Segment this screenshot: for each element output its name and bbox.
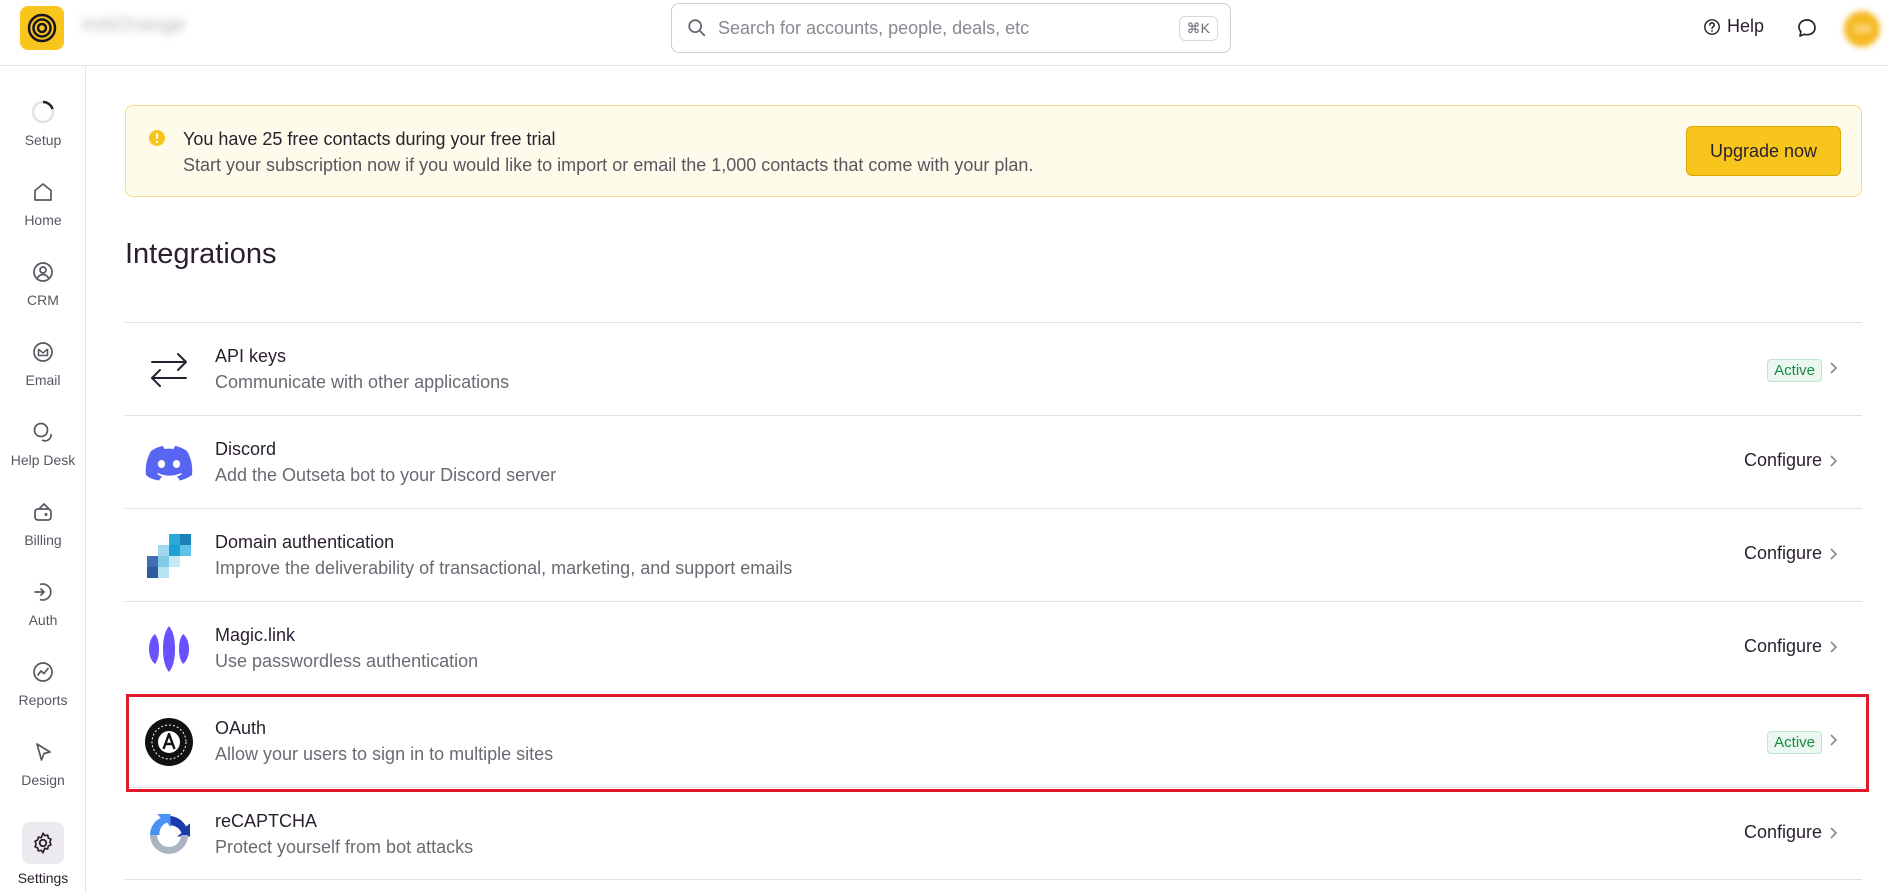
search-icon [688, 19, 706, 37]
logo-icon [27, 13, 57, 43]
help-icon [1704, 18, 1720, 35]
chat-bubbles-icon [29, 418, 57, 446]
sidebar-item-auth[interactable]: Auth [0, 570, 86, 640]
integrations-list: API keys Communicate with other applicat… [125, 322, 1862, 880]
chevron-right-icon [1830, 455, 1838, 467]
billing-icon [29, 498, 57, 526]
trial-banner: You have 25 free contacts during your fr… [125, 105, 1862, 197]
sidebar-item-email[interactable]: Email [0, 330, 86, 400]
progress-ring-icon [29, 98, 57, 126]
integration-name: Domain authentication [215, 532, 395, 552]
integration-row-recaptcha[interactable]: reCAPTCHA Protect yourself from bot atta… [125, 787, 1862, 880]
messages-icon[interactable] [1795, 16, 1819, 40]
upgrade-now-button[interactable]: Upgrade now [1686, 126, 1841, 176]
integration-description: Protect yourself from bot attacks [215, 837, 474, 857]
integration-row-magic-link[interactable]: Magic.link Use passwordless authenticati… [125, 601, 1862, 694]
sidebar-item-billing[interactable]: Billing [0, 490, 86, 560]
integration-row-discord[interactable]: Discord Add the Outseta bot to your Disc… [125, 415, 1862, 508]
integration-description: Use passwordless authentication [215, 651, 479, 671]
sidebar-item-reports[interactable]: Reports [0, 650, 86, 720]
sidebar-item-label: Settings [17, 870, 69, 886]
status-badge: Active [1767, 731, 1822, 754]
chevron-right-icon [1830, 641, 1838, 653]
sidebar-item-label: Billing [24, 532, 62, 548]
arrows-exchange-icon [143, 345, 195, 395]
magic-link-icon [143, 624, 195, 674]
status-badge: Active [1767, 359, 1822, 382]
sidebar-item-setup[interactable]: Setup [0, 90, 86, 160]
chevron-right-icon [1830, 362, 1838, 374]
integration-description: Communicate with other applications [215, 372, 510, 392]
gear-icon [22, 822, 64, 864]
sidebar-item-crm[interactable]: CRM [0, 250, 86, 320]
integration-row-api-keys[interactable]: API keys Communicate with other applicat… [125, 322, 1862, 415]
app-logo[interactable] [20, 6, 64, 50]
chevron-right-icon [1830, 734, 1838, 746]
integration-description: Allow your users to sign in to multiple … [215, 744, 554, 764]
integration-description: Improve the deliverability of transactio… [215, 558, 793, 578]
sidebar-item-home[interactable]: Home [0, 170, 86, 240]
sidebar-item-label: Auth [28, 612, 58, 628]
integration-description: Add the Outseta bot to your Discord serv… [215, 465, 557, 485]
banner-title: You have 25 free contacts during your fr… [183, 129, 556, 149]
search-input[interactable] [718, 17, 1179, 39]
user-avatar[interactable]: SM [1844, 11, 1880, 47]
help-button[interactable]: Help [1703, 16, 1764, 37]
configure-link[interactable]: Configure [1744, 450, 1822, 471]
integration-row-domain-authentication[interactable]: Domain authentication Improve the delive… [125, 508, 1862, 601]
contact-icon [29, 258, 57, 286]
search-shortcut-badge: ⌘K [1178, 15, 1218, 41]
sidebar: Setup Home CRM Email Help Desk Billing A… [0, 66, 86, 893]
domain-blocks-icon [143, 531, 195, 581]
sidebar-item-label: Design [21, 772, 65, 788]
banner-text: Start your subscription now if you would… [183, 155, 1034, 175]
sidebar-item-help-desk[interactable]: Help Desk [0, 410, 86, 480]
info-icon [149, 130, 165, 146]
home-icon [29, 178, 57, 206]
integration-name: API keys [215, 346, 287, 366]
configure-link[interactable]: Configure [1744, 822, 1822, 843]
chevron-right-icon [1830, 827, 1838, 839]
chevron-right-icon [1830, 548, 1838, 560]
integration-name: Discord [215, 439, 277, 459]
top-bar: InitiOrange ⌘K Help SM [0, 0, 1888, 66]
sidebar-item-label: Setup [24, 132, 62, 148]
email-icon [29, 338, 57, 366]
configure-link[interactable]: Configure [1744, 543, 1822, 564]
page-title: Integrations [125, 238, 277, 270]
sidebar-item-label: Email [25, 372, 61, 388]
sidebar-item-label: Reports [18, 692, 68, 708]
sidebar-item-label: CRM [27, 292, 59, 308]
sidebar-item-design[interactable]: Design [0, 730, 86, 800]
sidebar-item-settings[interactable]: Settings [0, 822, 86, 892]
org-name[interactable]: InitiOrange [82, 14, 185, 37]
search-bar[interactable]: ⌘K [671, 3, 1231, 53]
integration-name: reCAPTCHA [215, 811, 318, 831]
discord-icon [143, 438, 195, 488]
sidebar-item-label: Help Desk [10, 452, 76, 468]
auth-icon [29, 578, 57, 606]
configure-link[interactable]: Configure [1744, 636, 1822, 657]
help-label: Help [1727, 16, 1765, 36]
oauth-icon [143, 717, 195, 767]
integration-name: Magic.link [215, 625, 296, 645]
integration-row-oauth[interactable]: OAuth Allow your users to sign in to mul… [125, 694, 1862, 787]
chart-icon [29, 658, 57, 686]
integration-name: OAuth [215, 718, 267, 738]
recaptcha-icon [143, 810, 195, 860]
cursor-icon [29, 738, 57, 766]
sidebar-item-label: Home [24, 212, 62, 228]
